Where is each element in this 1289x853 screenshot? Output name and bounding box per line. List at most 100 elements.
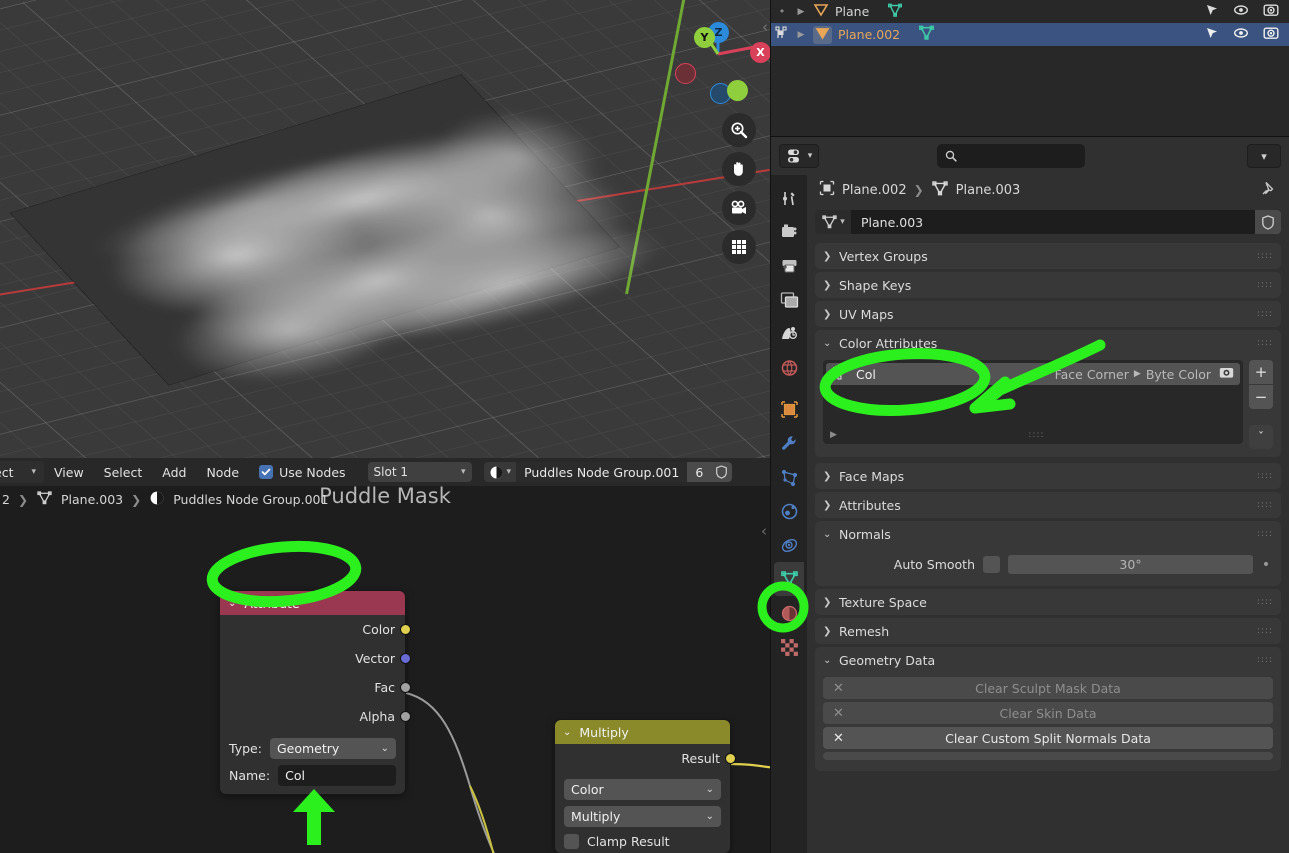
pin-icon[interactable] (1260, 180, 1277, 201)
node-output-result[interactable]: Result (555, 744, 736, 773)
tab-modifiers[interactable] (774, 426, 804, 460)
outliner-row-plane-002[interactable]: ▶ Plane.002 (771, 23, 1289, 46)
clear-sculpt-mask-data-button[interactable]: ✕ Clear Sculpt Mask Data (823, 677, 1273, 699)
panel-header[interactable]: ❯ Vertex Groups :::: (815, 243, 1281, 269)
attribute-type-select[interactable]: Geometry ⌄ (269, 738, 396, 759)
chevron-down-icon[interactable]: ⌄ (228, 598, 236, 609)
filter-icon[interactable] (1205, 3, 1219, 20)
properties-tab-strip[interactable] (771, 175, 807, 853)
multiply-operation-select[interactable]: Multiply ⌄ (564, 806, 721, 827)
list-resize-grip[interactable]: :::: (1028, 430, 1044, 440)
tab-object-data[interactable] (774, 562, 804, 596)
attribute-name-input[interactable]: Col (278, 765, 396, 786)
camera-icon[interactable] (1263, 26, 1279, 43)
tab-scene[interactable] (774, 317, 804, 351)
properties-editor[interactable]: ▾ ▾ Plane.002 ❯ Plane.003 ▾ Plane.003 ❯ … (770, 136, 1289, 853)
tab-constraints[interactable] (774, 528, 804, 562)
gizmo-axis-neg-y[interactable] (727, 80, 748, 101)
color-attributes-specials-menu[interactable]: ˇ (1249, 425, 1273, 449)
camera-icon[interactable] (1263, 3, 1279, 20)
panel-header[interactable]: ❯ Texture Space :::: (815, 589, 1281, 615)
fake-user-icon[interactable] (711, 462, 733, 482)
panel-vertex-groups[interactable]: ❯ Vertex Groups :::: (815, 243, 1281, 269)
panel-grip-icon[interactable]: :::: (1257, 500, 1273, 509)
panel-header[interactable]: ⌄ Geometry Data :::: (815, 647, 1281, 673)
eye-icon[interactable] (1233, 3, 1249, 20)
color-attributes-side-buttons[interactable]: + − ˇ (1249, 360, 1273, 449)
clamp-result-checkbox[interactable] (564, 834, 579, 849)
auto-smooth-angle-field[interactable]: 30° (1008, 555, 1253, 574)
tab-material[interactable] (774, 596, 804, 630)
menu-view[interactable]: View (44, 465, 94, 480)
panel-grip-icon[interactable]: :::: (1257, 280, 1273, 289)
panel-header[interactable]: ❯ UV Maps :::: (815, 301, 1281, 327)
multiply-datatype-select[interactable]: Color ⌄ (564, 779, 721, 800)
list-footer[interactable]: ▶ :::: (823, 426, 1243, 444)
socket-result-icon[interactable] (725, 753, 736, 764)
clamp-result-row[interactable]: Clamp Result (555, 830, 730, 853)
tab-output[interactable] (774, 249, 804, 283)
shader-type-dropdown[interactable]: ect ▾ (0, 461, 44, 483)
panel-header[interactable]: ❯ Shape Keys :::: (815, 272, 1281, 298)
add-color-attribute-button[interactable]: + (1249, 360, 1273, 384)
panel-attributes[interactable]: ❯ Attributes :::: (815, 492, 1281, 518)
panel-color-attributes[interactable]: ⌄ Color Attributes :::: Col Face Corner (815, 330, 1281, 457)
socket-fac-icon[interactable] (400, 682, 411, 693)
tab-render[interactable] (774, 215, 804, 249)
material-users-count[interactable]: 6 (687, 462, 712, 482)
panel-grip-icon[interactable]: :::: (1257, 597, 1273, 606)
animate-property-icon[interactable]: • (1261, 557, 1271, 573)
breadcrumb-object-label[interactable]: Plane.002 (842, 183, 907, 198)
search-field[interactable] (963, 149, 1077, 163)
use-nodes-toggle[interactable]: Use Nodes (249, 465, 346, 480)
tab-texture[interactable] (774, 630, 804, 664)
gizmo-axis-x[interactable]: X (750, 42, 770, 63)
socket-color-icon[interactable] (400, 624, 411, 635)
tab-object[interactable] (774, 392, 804, 426)
expand-triangle-icon[interactable]: ▶ (830, 430, 837, 440)
panel-shape-keys[interactable]: ❯ Shape Keys :::: (815, 272, 1281, 298)
clear-additional-data-button[interactable] (823, 752, 1273, 760)
mesh-name-field[interactable]: Plane.003 (851, 210, 1255, 234)
panel-grip-icon[interactable]: :::: (1257, 529, 1273, 538)
panel-face-maps[interactable]: ❯ Face Maps :::: (815, 463, 1281, 489)
chevron-down-icon[interactable]: ⌄ (563, 727, 571, 738)
panel-grip-icon[interactable]: :::: (1257, 626, 1273, 635)
viewport-sidebar-toggle[interactable]: ‹ (762, 18, 768, 36)
expand-triangle-icon[interactable]: ▶ (795, 30, 807, 40)
panel-uv-maps[interactable]: ❯ UV Maps :::: (815, 301, 1281, 327)
auto-smooth-checkbox[interactable] (983, 556, 1000, 573)
panel-grip-icon[interactable]: :::: (1257, 251, 1273, 260)
panel-header[interactable]: ❯ Face Maps :::: (815, 463, 1281, 489)
node-sidebar-toggle[interactable]: ‹ (761, 522, 767, 540)
gizmo-axis-y[interactable]: Y (694, 27, 715, 48)
navigation-gizmo[interactable]: Z Y X (672, 8, 770, 104)
node-output-fac[interactable]: Fac (220, 673, 411, 702)
tab-tool[interactable] (774, 181, 804, 215)
options-dropdown-button[interactable]: ▾ (1247, 144, 1281, 168)
remove-color-attribute-button[interactable]: − (1249, 385, 1273, 409)
node-header[interactable]: ⌄ Multiply (555, 720, 730, 744)
material-slot-dropdown[interactable]: Slot 1 ▾ (367, 462, 472, 482)
camera-icon[interactable] (1219, 366, 1234, 382)
eye-icon[interactable] (1233, 26, 1249, 43)
tab-particles[interactable] (774, 460, 804, 494)
breadcrumb-mesh-label[interactable]: Plane.003 (956, 183, 1021, 198)
menu-node[interactable]: Node (196, 465, 249, 480)
shader-node-editor[interactable]: ect ▾ View Select Add Node Use Nodes Slo… (0, 458, 770, 853)
clear-skin-data-button[interactable]: ✕ Clear Skin Data (823, 702, 1273, 724)
node-header[interactable]: ⌄ Attribute (220, 591, 405, 615)
expand-triangle-icon[interactable]: ▶ (795, 7, 807, 17)
panel-header[interactable]: ❯ Attributes :::: (815, 492, 1281, 518)
camera-view-icon[interactable] (722, 191, 756, 225)
restrict-select-icon[interactable]: • (775, 5, 789, 18)
edit-mode-icon[interactable] (775, 26, 789, 43)
panel-header[interactable]: ❯ Remesh :::: (815, 618, 1281, 644)
panel-grip-icon[interactable]: :::: (1257, 471, 1273, 480)
3d-viewport[interactable]: ‹ Z Y X (0, 0, 770, 458)
list-item[interactable]: Col Face Corner ▶ Byte Color (826, 363, 1240, 385)
node-output-vector[interactable]: Vector (220, 644, 411, 673)
menu-add[interactable]: Add (152, 465, 196, 480)
socket-vector-icon[interactable] (400, 653, 411, 664)
socket-alpha-icon[interactable] (400, 711, 411, 722)
